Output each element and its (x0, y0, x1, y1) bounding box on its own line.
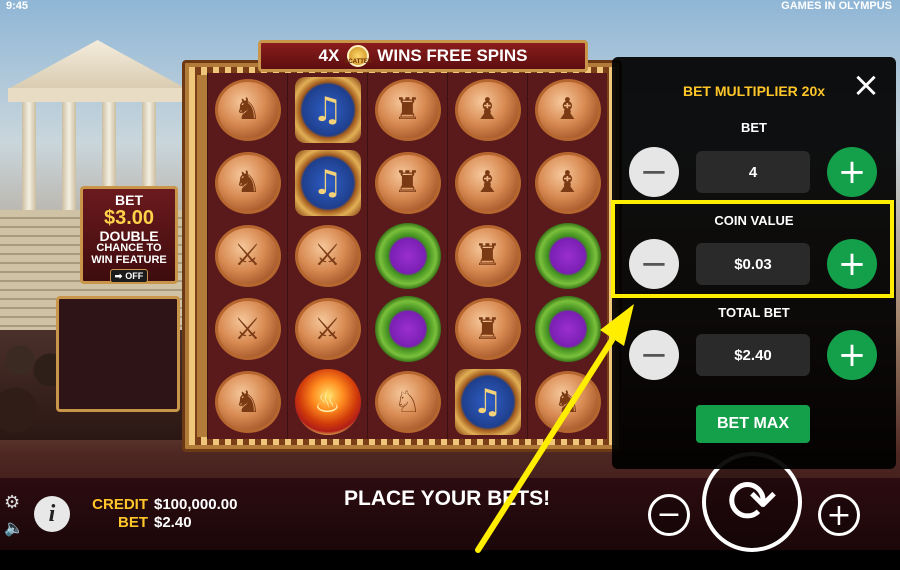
credit-label: CREDIT (92, 496, 148, 513)
reel-4: ♝ ♝ ♜ ♜ ♫ (447, 73, 527, 439)
free-spins-banner: 4X SCATTER WINS FREE SPINS (258, 40, 588, 72)
symbol-laurel-wreath (368, 219, 447, 292)
coin-value-highlight-box (611, 200, 894, 298)
increase-bet-button[interactable]: + (818, 494, 860, 536)
status-message: PLACE YOUR BETS! (344, 487, 551, 510)
symbol-wrestlers-coin: ⚔ (208, 219, 287, 292)
screen-bottom-bar (0, 550, 900, 570)
sound-speaker-icon[interactable]: 🔈 (4, 518, 24, 537)
credit-value: $100,000.00 (154, 496, 238, 513)
bet-level-plus-button[interactable]: + (827, 147, 877, 197)
total-bet-field: $2.40 (696, 334, 810, 376)
reel-2: ♫ ♫ ⚔ ⚔ ♨ (287, 73, 367, 439)
symbol-torch: ♨ (288, 366, 367, 439)
symbol-discus-thrower-coin: ♞ (208, 73, 287, 146)
bet-label: BET (118, 514, 148, 531)
symbol-boxer-coin: ♜ (448, 293, 527, 366)
symbol-boxer-coin: ♜ (368, 146, 447, 219)
symbol-boxer-coin: ♜ (448, 219, 527, 292)
symbol-discus-thrower-coin: ♞ (528, 366, 607, 439)
bet-level-field: 4 (696, 151, 810, 193)
game-scene: 9:45 GAMES IN OLYMPUS ♞ ♞ ⚔ ⚔ ♞ ♫ ♫ ⚔ ⚔ … (0, 0, 900, 570)
dc-line-bet: BET (115, 192, 143, 208)
symbol-wrestlers-coin: ⚔ (288, 293, 367, 366)
banner-suffix: WINS FREE SPINS (377, 46, 528, 65)
symbol-laurel-wreath (368, 293, 447, 366)
symbol-discus-thrower-coin: ♞ (208, 146, 287, 219)
bet-multiplier-label: BET MULTIPLIER 20x (682, 83, 826, 99)
symbol-javelin-coin: ♝ (528, 146, 607, 219)
reel-3: ♜ ♜ ♘ (367, 73, 447, 439)
symbol-wrestlers-coin: ⚔ (208, 293, 287, 366)
reel-5: ♝ ♝ ♞ (527, 73, 607, 439)
bet-value: $2.40 (154, 514, 192, 531)
symbol-laurel-wreath (528, 219, 607, 292)
bet-level-minus-button[interactable]: − (629, 147, 679, 197)
scatter-icon: SCATTER (344, 45, 372, 67)
toggle-state: OFF (125, 270, 144, 281)
status-time: 9:45 (6, 0, 29, 12)
reel-1: ♞ ♞ ⚔ ⚔ ♞ (207, 73, 287, 439)
reels-frame: ♞ ♞ ⚔ ⚔ ♞ ♫ ♫ ⚔ ⚔ ♨ ♜ ♜ ♘ ♝ ♝ ♜ ♜ ♫ ♝ ♝ … (182, 60, 622, 452)
settings-gear-icon[interactable]: ⚙ (4, 492, 20, 513)
banner-prefix: 4X (318, 46, 340, 65)
symbol-lyre: ♫ (288, 146, 367, 219)
symbol-laurel-wreath (528, 293, 607, 366)
bet-level-label: BET (741, 120, 767, 135)
symbol-javelin-coin: ♝ (528, 73, 607, 146)
symbol-lyre: ♫ (448, 366, 527, 439)
reels-grid: ♞ ♞ ⚔ ⚔ ♞ ♫ ♫ ⚔ ⚔ ♨ ♜ ♜ ♘ ♝ ♝ ♜ ♜ ♫ ♝ ♝ … (207, 73, 607, 439)
double-chance-toggle[interactable]: ➡ OFF (109, 269, 149, 284)
game-title: GAMES IN OLYMPUS (781, 0, 892, 12)
total-bet-plus-button[interactable]: + (827, 330, 877, 380)
symbol-javelin-coin: ♝ (448, 73, 527, 146)
symbol-discus-thrower-coin: ♞ (208, 366, 287, 439)
info-button[interactable]: i (34, 496, 70, 532)
arrow-right-icon: ➡ (114, 270, 123, 281)
decrease-bet-button[interactable]: − (648, 494, 690, 536)
double-chance-panel[interactable]: BET $3.00 DOUBLE CHANCE TO WIN FEATURE ➡… (80, 186, 178, 284)
symbol-wrestlers-coin: ⚔ (288, 219, 367, 292)
bet-max-button[interactable]: BET MAX (696, 405, 810, 443)
dc-line-double: DOUBLE (99, 227, 159, 244)
side-feature-box (56, 296, 180, 412)
symbol-boxer-coin: ♜ (368, 73, 447, 146)
symbol-lyre: ♫ (288, 73, 367, 146)
symbol-chariot-coin: ♘ (368, 366, 447, 439)
total-bet-label: TOTAL BET (718, 305, 790, 320)
credit-bet-display: CREDIT $100,000.00 BET $2.40 (90, 496, 237, 532)
symbol-javelin-coin: ♝ (448, 146, 527, 219)
dc-line-feature: WIN FEATURE (91, 253, 167, 266)
total-bet-minus-button[interactable]: − (629, 330, 679, 380)
dc-line-amount: $3.00 (103, 206, 155, 229)
